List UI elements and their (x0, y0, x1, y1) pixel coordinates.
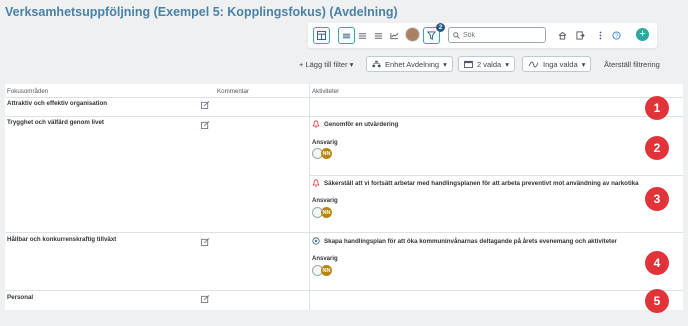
responsible-avatars[interactable]: NN (312, 207, 332, 218)
kebab-icon (599, 31, 602, 40)
column-header-comment: Kommentar (217, 88, 249, 95)
chart-view-button[interactable] (386, 27, 403, 44)
export-icon (576, 31, 585, 40)
chevron-down-icon: ▾ (581, 59, 586, 69)
search-input[interactable] (463, 31, 543, 39)
unit-filter[interactable]: Enhet Avdelning ▾ (366, 56, 453, 72)
alarm-bell-icon (312, 120, 320, 128)
activities-table: Fokusområden Kommentar Aktiviteter Attra… (5, 84, 683, 310)
trend-filter-label: Inga valda (543, 59, 578, 69)
period-filter-label: 2 valda (477, 59, 502, 69)
step-marker: 2 (645, 136, 669, 160)
step-marker: 3 (645, 187, 669, 211)
responsible-avatars[interactable]: NN (312, 148, 332, 159)
search-field[interactable] (448, 27, 546, 43)
row-divider (5, 232, 683, 233)
activity-divider (310, 175, 683, 176)
add-filter-label: + Lägg till filter (299, 59, 348, 69)
edit-comment-icon[interactable] (201, 101, 210, 109)
lines-icon (374, 32, 383, 39)
activity-title[interactable]: Säkerställ att vi fortsätt arbetar med h… (312, 179, 639, 187)
add-button[interactable]: + (636, 28, 649, 41)
edit-comment-icon[interactable] (201, 238, 210, 246)
chevron-down-icon: ▾ (505, 59, 509, 69)
table-icon (317, 31, 326, 40)
page-title: Verksamhetsuppföljning (Exempel 5: Koppl… (5, 5, 398, 19)
header-divider (5, 97, 683, 98)
list-view-button[interactable] (354, 27, 371, 44)
focus-area-name: Personal (7, 294, 34, 301)
reset-filter-button[interactable]: Återställ filtrering (604, 56, 660, 72)
chevron-down-icon: ▾ (349, 59, 354, 69)
trend-icon (528, 61, 539, 67)
table-view-button[interactable] (313, 27, 330, 44)
plus-icon: + (639, 28, 646, 40)
focus-area-name: Trygghet och välfärd genom livet (7, 119, 104, 126)
activity-title-text: Genomför en utvärdering (324, 120, 399, 128)
trend-filter[interactable]: Inga valda ▾ (522, 56, 592, 72)
alarm-bell-icon (312, 179, 320, 187)
chevron-down-icon: ▾ (443, 59, 447, 69)
focus-area-name: Attraktiv och effektiv organisation (7, 100, 108, 107)
compact-list-button[interactable] (338, 27, 355, 44)
step-marker: 4 (645, 251, 669, 275)
row-divider (5, 116, 683, 117)
org-icon (372, 60, 381, 68)
step-marker: 1 (645, 96, 669, 120)
edit-comment-icon[interactable] (201, 295, 210, 303)
avatar: NN (321, 148, 332, 159)
activity-title[interactable]: Genomför en utvärdering (312, 120, 398, 128)
activity-title[interactable]: Skapa handlingsplan för att öka kommunin… (312, 237, 617, 245)
home-button[interactable] (554, 27, 571, 44)
activity-title-text: Skapa handlingsplan för att öka kommunin… (324, 237, 617, 245)
focus-area-name: Hållbar och konkurrenskraftig tillväxt (7, 236, 117, 243)
avatar: NN (321, 207, 332, 218)
user-avatar[interactable] (405, 27, 420, 42)
help-icon: ? (612, 31, 621, 40)
more-menu-button[interactable] (592, 27, 609, 44)
responsible-label: Ansvarig (312, 198, 338, 204)
column-divider (309, 84, 310, 310)
home-icon (558, 31, 567, 40)
column-header-focus: Fokusområden (7, 88, 49, 95)
activity-title-text: Säkerställ att vi fortsätt arbetar med h… (324, 179, 639, 187)
avatar: NN (321, 265, 332, 276)
period-filter[interactable]: 2 valda ▾ (458, 56, 515, 72)
responsible-label: Ansvarig (312, 256, 338, 262)
edit-comment-icon[interactable] (201, 121, 210, 129)
export-button[interactable] (572, 27, 589, 44)
column-header-activities: Aktiviteter (312, 88, 340, 95)
help-button[interactable]: ? (608, 27, 625, 44)
add-filter-button[interactable]: + Lägg till filter ▾ (299, 56, 361, 72)
calendar-icon (464, 60, 473, 68)
step-marker: 5 (645, 289, 669, 313)
search-icon (453, 31, 460, 39)
responsible-avatars[interactable]: NN (312, 265, 332, 276)
responsible-label: Ansvarig (312, 140, 338, 146)
filter-count-badge: 2 (436, 23, 445, 32)
row-divider (5, 290, 683, 291)
unit-filter-label: Enhet Avdelning (385, 59, 440, 69)
funnel-icon (427, 31, 436, 40)
detail-view-button[interactable] (370, 27, 387, 44)
svg-text:?: ? (615, 34, 618, 40)
list-icon (342, 33, 351, 38)
list-icon (358, 32, 367, 39)
chart-icon (390, 32, 399, 39)
play-circle-icon (312, 237, 320, 245)
